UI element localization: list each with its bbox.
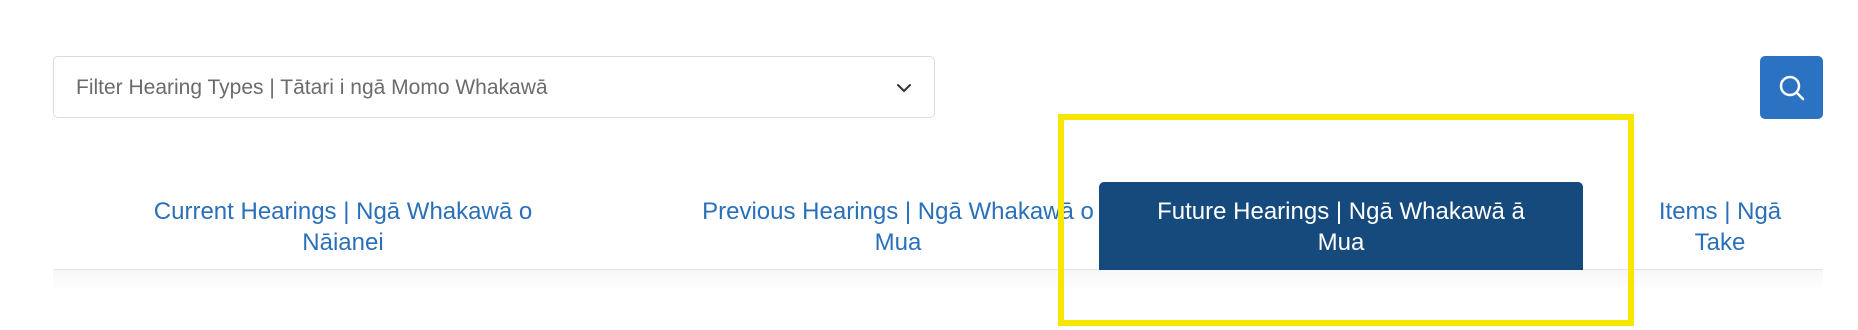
tab-items[interactable]: Items | Ngā Take — [1620, 182, 1820, 270]
tab-label-line: Previous Hearings | Ngā Whakawā o — [702, 198, 1094, 225]
tab-label-line: Items | Ngā — [1658, 198, 1782, 225]
search-button[interactable] — [1760, 56, 1823, 119]
tab-current-hearings[interactable]: Current Hearings | Ngā Whakawā o Nāianei — [113, 182, 573, 270]
tab-future-hearings[interactable]: Future Hearings | Ngā Whakawā ā Mua — [1099, 182, 1583, 270]
hearings-page: Filter Hearing Types | Tātari i ngā Momo… — [0, 0, 1858, 330]
tab-label-line: Mua — [1317, 229, 1365, 256]
hearings-tabs: Current Hearings | Ngā Whakawā o Nāianei… — [53, 182, 1823, 270]
tab-previous-hearings[interactable]: Previous Hearings | Ngā Whakawā o Mua — [633, 182, 1163, 270]
tab-label-line: Current Hearings | Ngā Whakawā o — [153, 198, 533, 225]
tab-label-line: Future Hearings | Ngā Whakawā ā — [1157, 198, 1525, 225]
tab-label-line: Take — [1694, 229, 1746, 256]
tab-label-line: Nāianei — [302, 229, 384, 256]
chevron-down-icon — [894, 78, 914, 98]
tab-content-shadow — [53, 270, 1823, 290]
filter-placeholder: Filter Hearing Types | Tātari i ngā Momo… — [76, 76, 548, 99]
filter-hearing-types-select[interactable]: Filter Hearing Types | Tātari i ngā Momo… — [53, 56, 935, 118]
tab-label-line: Mua — [874, 229, 922, 256]
